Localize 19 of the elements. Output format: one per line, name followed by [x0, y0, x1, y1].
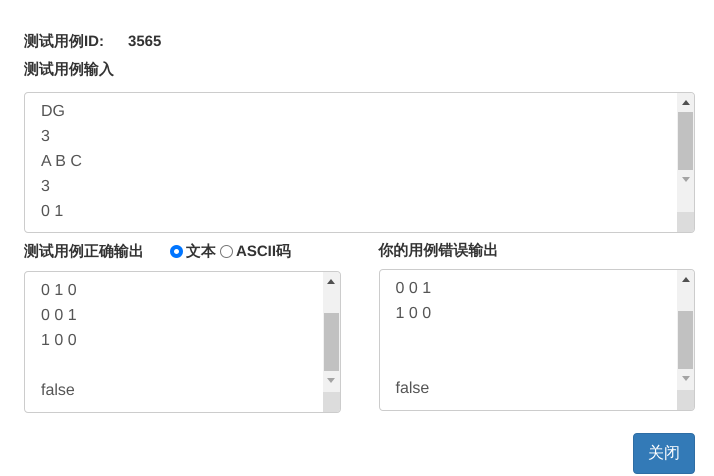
input-text: DG 3 A B C 3 0 1 [40, 102, 83, 222]
close-button[interactable]: 关闭 [633, 433, 695, 474]
expected-output-text: 0 1 0 0 0 1 1 0 0 false [40, 281, 78, 401]
scrollbar[interactable] [677, 270, 694, 410]
scrollbar[interactable] [322, 272, 340, 412]
your-output-label: 你的用例错误输出 [378, 240, 498, 260]
input-label: 测试用例输入 [24, 60, 115, 80]
your-output-text-area[interactable]: 0 0 1 1 0 0 false [378, 269, 695, 411]
radio-button[interactable] [170, 244, 183, 258]
your-output-text: 0 0 1 1 0 0 false [394, 279, 432, 399]
expected-output-text-area[interactable]: 0 1 0 0 0 1 1 0 0 false [24, 271, 340, 413]
test-case-id-value: 3565 [128, 32, 162, 50]
radio-button[interactable] [220, 244, 233, 258]
radio-label[interactable]: ASCII码 [236, 242, 292, 260]
scrollbar[interactable] [677, 93, 694, 232]
expected-output-label: 测试用例正确输出 [24, 242, 144, 260]
input-text-area[interactable]: DG 3 A B C 3 0 1 [24, 92, 695, 233]
radio-label[interactable]: 文本 [186, 242, 216, 260]
test-case-id-label: 测试用例ID: [24, 32, 104, 50]
